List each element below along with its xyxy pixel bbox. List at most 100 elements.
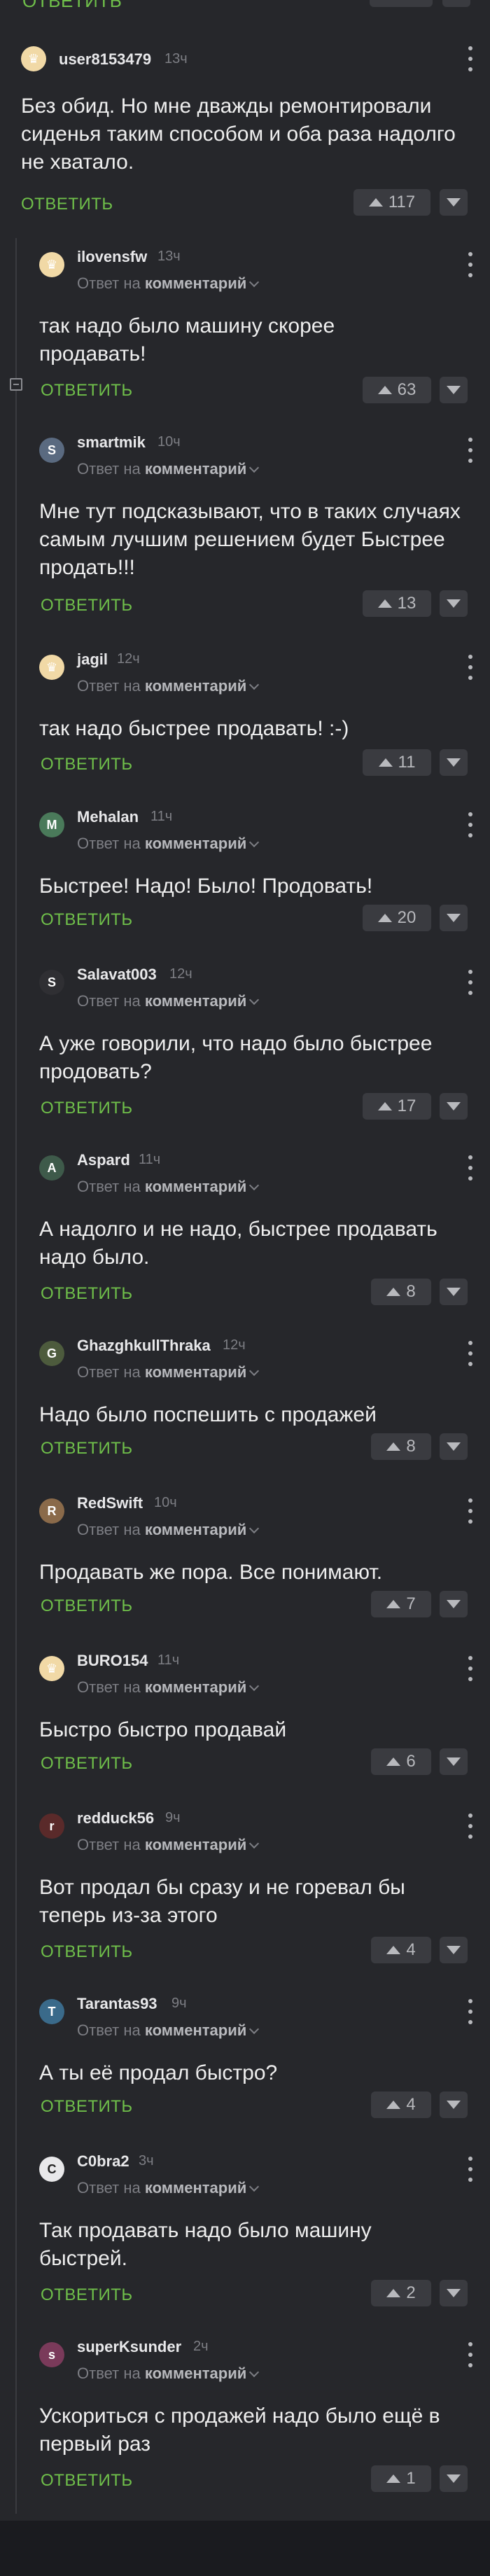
more-options-icon[interactable] — [468, 2157, 473, 2182]
avatar[interactable]: M — [39, 812, 64, 837]
avatar[interactable]: ♛ — [21, 46, 46, 71]
avatar[interactable]: C — [39, 2157, 64, 2182]
upvote-button[interactable]: 1 — [371, 2465, 431, 2492]
reply-button[interactable]: ОТВЕТИТЬ — [41, 596, 133, 615]
collapse-thread-button[interactable] — [10, 378, 22, 391]
downvote-button[interactable] — [440, 2091, 468, 2118]
avatar[interactable]: s — [39, 2342, 64, 2367]
more-options-icon[interactable] — [468, 1999, 473, 2024]
more-options-icon[interactable] — [468, 46, 473, 71]
reply-button[interactable]: ОТВЕТИТЬ — [41, 1754, 133, 1774]
downvote-button[interactable] — [440, 2465, 468, 2492]
upvote-button[interactable]: 13 — [363, 590, 431, 617]
more-options-icon[interactable] — [468, 1656, 473, 1681]
downvote-button[interactable] — [440, 905, 468, 931]
upvote-button[interactable]: 6 — [371, 1748, 431, 1775]
upvote-button[interactable]: 8 — [371, 1433, 431, 1460]
downvote-button[interactable] — [440, 377, 468, 403]
avatar[interactable]: S — [39, 970, 64, 995]
reply-button[interactable]: ОТВЕТИТЬ — [41, 1439, 133, 1458]
reply-to-target[interactable]: комментарий — [145, 274, 246, 292]
reply-button[interactable]: ОТВЕТИТЬ — [41, 1099, 133, 1118]
upvote-button[interactable]: 63 — [363, 377, 431, 403]
reply-button[interactable]: ОТВЕТИТЬ — [22, 0, 122, 12]
upvote-button[interactable]: 117 — [354, 189, 430, 216]
avatar[interactable]: ♛ — [39, 1656, 64, 1681]
avatar[interactable]: A — [39, 1155, 64, 1181]
reply-to-link[interactable]: Ответ на комментарий — [77, 1836, 260, 1854]
reply-to-link[interactable]: Ответ на комментарий — [77, 274, 260, 293]
more-options-icon[interactable] — [468, 655, 473, 680]
more-options-icon[interactable] — [468, 812, 473, 837]
downvote-button[interactable] — [440, 1748, 468, 1775]
reply-to-target[interactable]: комментарий — [145, 460, 246, 478]
more-options-icon[interactable] — [468, 1155, 473, 1181]
reply-to-target[interactable]: комментарий — [145, 835, 246, 852]
comment-username[interactable]: Mehalan — [77, 808, 139, 826]
comment-username[interactable]: Salavat003 — [77, 966, 157, 984]
comment-username[interactable]: ilovensfw — [77, 248, 147, 266]
comment-username[interactable]: jagil — [77, 650, 108, 669]
reply-to-target[interactable]: комментарий — [145, 2021, 246, 2039]
reply-to-target[interactable]: комментарий — [145, 1521, 246, 1538]
downvote-button[interactable] — [440, 1279, 468, 1305]
upvote-button[interactable]: 4 — [371, 2091, 431, 2118]
reply-to-target[interactable]: комментарий — [145, 2365, 246, 2382]
avatar[interactable]: ♛ — [39, 655, 64, 680]
reply-to-link[interactable]: Ответ на комментарий — [77, 2365, 260, 2383]
thread-line[interactable] — [15, 238, 17, 2514]
avatar[interactable]: T — [39, 1999, 64, 2024]
reply-to-target[interactable]: комментарий — [145, 992, 246, 1010]
upvote-button[interactable]: 7 — [371, 1591, 431, 1617]
upvote-button[interactable]: 8 — [371, 1279, 431, 1305]
reply-to-link[interactable]: Ответ на комментарий — [77, 460, 260, 478]
comment-username[interactable]: RedSwift — [77, 1494, 143, 1512]
comment-username[interactable]: C0bra2 — [77, 2152, 130, 2171]
downvote-button[interactable] — [440, 1433, 468, 1460]
reply-button[interactable]: ОТВЕТИТЬ — [41, 2285, 133, 2305]
reply-button[interactable]: ОТВЕТИТЬ — [41, 910, 133, 930]
reply-to-link[interactable]: Ответ на комментарий — [77, 2021, 260, 2040]
upvote-button[interactable]: 17 — [363, 1093, 431, 1120]
reply-to-link[interactable]: Ответ на комментарий — [77, 1363, 260, 1381]
reply-to-link[interactable]: Ответ на комментарий — [77, 677, 260, 695]
downvote-button[interactable] — [440, 189, 468, 216]
reply-to-target[interactable]: комментарий — [145, 1836, 246, 1853]
reply-to-target[interactable]: комментарий — [145, 1178, 246, 1195]
comment-username[interactable]: user8153479 — [59, 50, 151, 69]
reply-button[interactable]: ОТВЕТИТЬ — [41, 755, 133, 774]
more-options-icon[interactable] — [468, 1813, 473, 1839]
reply-to-link[interactable]: Ответ на комментарий — [77, 1678, 260, 1697]
downvote-button[interactable] — [440, 749, 468, 776]
reply-button[interactable]: ОТВЕТИТЬ — [21, 195, 113, 214]
downvote-button[interactable] — [440, 2280, 468, 2306]
downvote-button[interactable] — [440, 1591, 468, 1617]
comment-username[interactable]: smartmik — [77, 433, 146, 452]
more-options-icon[interactable] — [468, 252, 473, 277]
reply-to-link[interactable]: Ответ на комментарий — [77, 1521, 260, 1539]
reply-button[interactable]: ОТВЕТИТЬ — [41, 2471, 133, 2491]
avatar[interactable]: r — [39, 1813, 64, 1839]
more-options-icon[interactable] — [468, 1341, 473, 1366]
reply-to-target[interactable]: комментарий — [145, 2179, 246, 2196]
avatar[interactable]: S — [39, 438, 64, 463]
reply-to-target[interactable]: комментарий — [145, 677, 246, 695]
avatar[interactable]: G — [39, 1341, 64, 1366]
more-options-icon[interactable] — [468, 970, 473, 995]
more-options-icon[interactable] — [468, 2342, 473, 2367]
downvote-button[interactable] — [440, 1937, 468, 1963]
upvote-button[interactable] — [370, 0, 433, 7]
reply-to-target[interactable]: комментарий — [145, 1678, 246, 1696]
avatar[interactable]: R — [39, 1498, 64, 1524]
more-options-icon[interactable] — [468, 1498, 473, 1524]
upvote-button[interactable]: 2 — [371, 2280, 431, 2306]
reply-button[interactable]: ОТВЕТИТЬ — [41, 1284, 133, 1304]
reply-to-link[interactable]: Ответ на комментарий — [77, 2179, 260, 2197]
avatar[interactable]: ♛ — [39, 252, 64, 277]
comment-username[interactable]: Tarantas93 — [77, 1995, 158, 2013]
downvote-button[interactable] — [440, 1093, 468, 1120]
downvote-button[interactable] — [442, 0, 470, 7]
comment-username[interactable]: BURO154 — [77, 1652, 148, 1670]
reply-button[interactable]: ОТВЕТИТЬ — [41, 2097, 133, 2117]
more-options-icon[interactable] — [468, 438, 473, 463]
